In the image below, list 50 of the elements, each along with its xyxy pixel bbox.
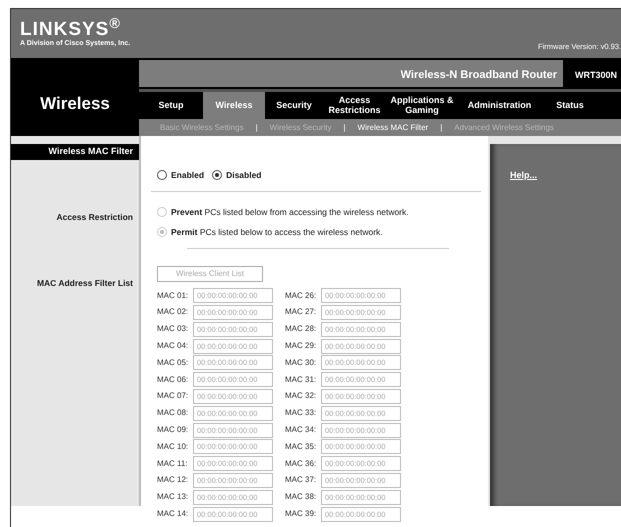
mac-label: MAC 32: — [285, 390, 318, 402]
mac-label: MAC 37: — [285, 474, 318, 486]
nav-tab[interactable]: Wireless — [203, 92, 265, 119]
mac-label: MAC 26: — [285, 290, 318, 302]
mac-label: MAC 10: — [157, 440, 190, 453]
sub-tab[interactable]: Basic Wireless Settings — [160, 122, 244, 134]
radio-label: Disabled — [226, 169, 262, 182]
sub-tab[interactable]: Wireless Security — [270, 122, 332, 134]
mac-label: MAC 01: — [157, 290, 190, 302]
mac-label: MAC 05: — [157, 356, 190, 369]
mac-label: MAC 08: — [157, 407, 190, 420]
radio-label: Prevent PCs listed below from accessing the wireless network. — [171, 206, 409, 218]
sub-tab[interactable]: Advanced Wireless Settings — [454, 122, 554, 134]
mac-label: MAC 29: — [285, 340, 318, 352]
mac-label: MAC 12: — [157, 474, 190, 486]
mac-label: MAC 34: — [285, 424, 318, 436]
mac-label: MAC 06: — [157, 374, 190, 386]
mac-label: MAC 35: — [285, 440, 318, 453]
mac-label: MAC 31: — [285, 374, 318, 386]
mac-label: MAC 28: — [285, 323, 318, 336]
mac-label: MAC 11: — [157, 458, 189, 470]
mac-label: MAC 09: — [157, 424, 190, 436]
logo: LINKSYS$^{®}$ — [20, 20, 122, 39]
section-title: Wireless — [39, 93, 111, 115]
help-link[interactable]: Help... — [510, 170, 538, 180]
mac-label: MAC 07: — [157, 390, 190, 402]
field-label: MAC Address Filter List — [36, 277, 134, 290]
separator: | — [440, 122, 442, 134]
product-name: Wireless-N Broadband Router — [139, 60, 563, 87]
field-label: Access Restriction — [55, 210, 134, 224]
separator: | — [343, 122, 346, 134]
mac-label: MAC 13: — [157, 491, 190, 504]
radio-button[interactable] — [212, 170, 222, 180]
model-name: WRT300N — [574, 69, 618, 82]
mac-label: MAC 04: — [157, 340, 190, 352]
mac-label: MAC 30: — [285, 356, 318, 369]
mac-label: MAC 27: — [285, 306, 318, 318]
mac-label: MAC 38: — [285, 491, 318, 504]
mac-label: MAC 02: — [157, 306, 190, 318]
sub-tab[interactable]: Wireless MAC Filter — [358, 122, 428, 134]
mac-label: MAC 14: — [157, 508, 190, 520]
separator: | — [256, 122, 258, 134]
radio-label: Enabled — [171, 169, 204, 182]
mac-label: MAC 36: — [285, 458, 318, 470]
mac-label: MAC 39: — [285, 508, 318, 520]
radio-label: Permit PCs listed below to access the wireless network. — [171, 226, 383, 238]
mac-label: MAC 03: — [157, 323, 190, 336]
radio-button[interactable] — [157, 170, 167, 180]
mac-label: MAC 33: — [285, 407, 318, 420]
panel-title: Wireless MAC Filter — [11, 144, 139, 160]
